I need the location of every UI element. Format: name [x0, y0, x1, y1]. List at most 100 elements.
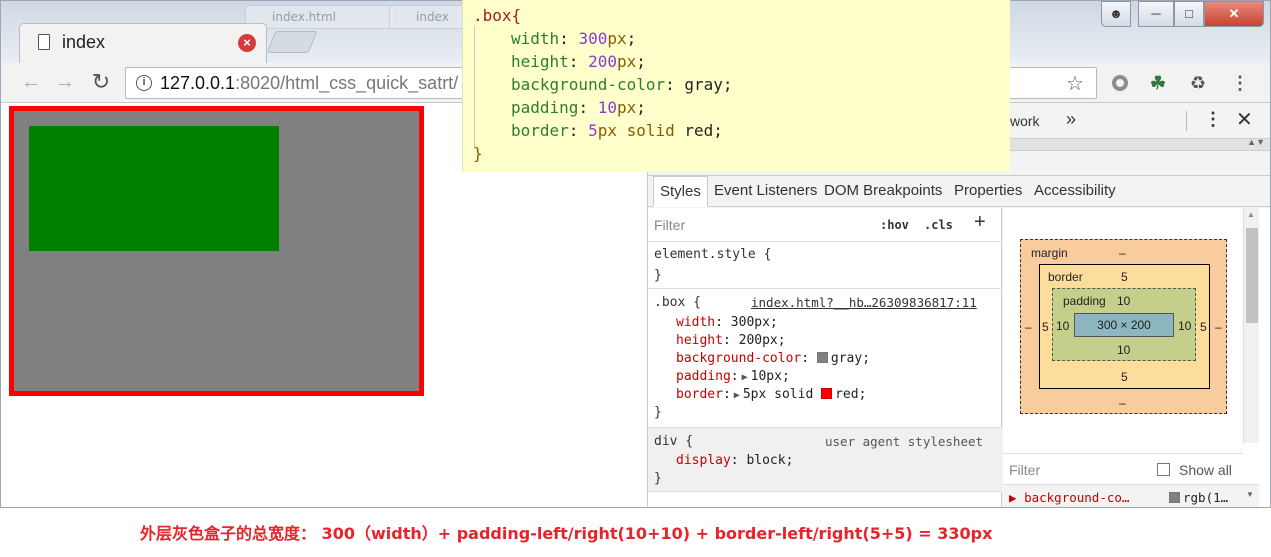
more-tabs-icon[interactable]: »: [1066, 109, 1076, 130]
code-tail: ;: [636, 52, 646, 71]
prop-name: border: [676, 387, 723, 402]
indent-guide: [474, 26, 475, 148]
expand-triangle-icon[interactable]: ▶: [734, 390, 740, 401]
tab-styles[interactable]: Styles: [653, 176, 708, 207]
code-tail: ;: [636, 98, 646, 117]
border-left-value[interactable]: 5: [1042, 320, 1049, 334]
cls-toggle[interactable]: .cls: [924, 218, 953, 232]
user-profile-icon[interactable]: ☻: [1101, 1, 1131, 27]
scroll-updown-icon[interactable]: ▲▼: [1247, 137, 1265, 147]
padding-bottom-value[interactable]: 10: [1117, 343, 1130, 357]
computed-property-name: ▶ background-co…: [1009, 490, 1130, 505]
back-arrow-icon[interactable]: ←: [19, 71, 43, 95]
scrollbar-thumb[interactable]: [1246, 228, 1258, 323]
red-color-swatch[interactable]: [821, 388, 833, 399]
maximize-button[interactable]: □: [1174, 1, 1204, 27]
box-rule: .box { index.html?__hb…26309836817:11 wi…: [648, 289, 1002, 428]
margin-top-value[interactable]: –: [1119, 246, 1126, 260]
new-rule-plus-icon[interactable]: +: [974, 211, 986, 234]
border-top-value[interactable]: 5: [1121, 270, 1128, 284]
border-right-value[interactable]: 5: [1200, 320, 1207, 334]
element-style-rule: element.style { }: [648, 242, 1002, 289]
extension-record-icon[interactable]: [1109, 71, 1131, 95]
box-model-scrollbar[interactable]: ▲: [1243, 208, 1259, 443]
code-colon: :: [578, 98, 598, 117]
url-path: :8020/html_css_quick_satrt/: [235, 73, 459, 93]
styles-filter-input[interactable]: Filter: [654, 217, 685, 233]
code-prop: height: [511, 52, 569, 71]
tab-title: index: [62, 32, 106, 52]
show-all-checkbox[interactable]: [1157, 463, 1170, 476]
code-tail: red;: [674, 121, 723, 140]
border-bottom-value[interactable]: 5: [1121, 370, 1128, 384]
div-rule-selector: div {: [654, 434, 694, 449]
computed-property-value: rgb(1…: [1169, 490, 1228, 505]
window-close-button[interactable]: ✕: [1204, 1, 1264, 27]
prop-width[interactable]: width: 300px;: [676, 315, 778, 330]
tab-network[interactable]: work: [1010, 113, 1040, 129]
extension-recycle-icon[interactable]: ♻: [1187, 71, 1209, 95]
computed-value-text: rgb(1…: [1183, 490, 1229, 505]
code-unit: px: [616, 52, 637, 71]
prop-background-color[interactable]: background-color: gray;: [676, 351, 870, 366]
document-icon: [38, 34, 50, 50]
expand-triangle-icon[interactable]: ▶: [742, 372, 748, 383]
prop-name: height: [676, 333, 723, 348]
code-line-height: height: 200px;: [511, 52, 646, 71]
explanation-caption: 外层灰色盒子的总宽度： 300（width）+ padding-left/rig…: [140, 524, 993, 543]
code-unit: px solid: [597, 121, 675, 140]
devtools-menu-icon[interactable]: ⋮: [1204, 109, 1222, 130]
margin-right-value[interactable]: –: [1215, 320, 1222, 334]
code-prop: border: [511, 121, 569, 140]
extension-leaf-icon[interactable]: ☘: [1147, 71, 1169, 95]
box-rule-source-link[interactable]: index.html?__hb…26309836817:11: [751, 295, 977, 310]
tab-event-listeners[interactable]: Event Listeners: [708, 176, 823, 207]
code-line-padding: padding: 10px;: [511, 98, 646, 117]
prop-height[interactable]: height: 200px;: [676, 333, 786, 348]
hov-toggle[interactable]: :hov: [880, 218, 909, 232]
prop-border[interactable]: border: ▶ 5px solid red;: [676, 387, 866, 402]
box-rule-selector: .box {: [654, 295, 701, 310]
reload-icon[interactable]: ↻: [89, 71, 113, 95]
border-color-word: red;: [835, 387, 867, 402]
element-style-close: }: [654, 268, 662, 283]
css-code-overlay: .box{ width: 300px; height: 200px; backg…: [462, 0, 1010, 172]
code-prop: background-color: [511, 75, 666, 94]
computed-filter-input[interactable]: Filter: [1009, 462, 1040, 478]
tab-close-icon[interactable]: ×: [238, 34, 256, 52]
border-box: border 5 5 5 5 padding 10 10 10 10 300 ×…: [1039, 264, 1210, 389]
scroll-up-icon[interactable]: ▲: [1247, 210, 1255, 219]
new-tab-button[interactable]: [266, 31, 318, 53]
forward-arrow-icon[interactable]: →: [53, 71, 77, 95]
content-box[interactable]: 300 × 200: [1074, 313, 1174, 337]
code-tail: gray;: [684, 75, 733, 94]
margin-bottom-value[interactable]: –: [1119, 396, 1126, 410]
toolbar-divider: [1186, 111, 1187, 131]
tab-index[interactable]: index ×: [19, 23, 267, 63]
ghost-tab-1-label: index.html: [272, 10, 336, 24]
margin-left-value[interactable]: –: [1025, 320, 1032, 334]
prop-value: block;: [746, 453, 794, 468]
user-agent-stylesheet-label: user agent stylesheet: [825, 434, 984, 449]
padding-left-value[interactable]: 10: [1056, 319, 1069, 333]
menu-kebab-icon[interactable]: ⋮: [1229, 71, 1251, 95]
padding-right-value[interactable]: 10: [1178, 319, 1191, 333]
info-icon[interactable]: i: [136, 75, 152, 91]
devtools-close-icon[interactable]: ✕: [1236, 107, 1253, 132]
code-tail: ;: [626, 29, 637, 48]
prop-name: background-color: [676, 351, 802, 366]
tab-dom-breakpoints[interactable]: DOM Breakpoints: [818, 176, 948, 207]
computed-property-row[interactable]: ▶ background-co… rgb(1… ▼: [1003, 484, 1259, 507]
prop-padding[interactable]: padding: ▶ 10px;: [676, 369, 790, 384]
prop-value: 5px solid: [742, 387, 814, 402]
ghost-tab-1: index.html: [245, 5, 395, 29]
padding-top-value[interactable]: 10: [1117, 294, 1130, 308]
box-rule-close: }: [654, 405, 662, 420]
bookmark-star-icon[interactable]: ☆: [1066, 71, 1084, 96]
minimize-button[interactable]: ─: [1138, 1, 1174, 27]
tab-properties[interactable]: Properties: [948, 176, 1028, 207]
prop-value: 200px;: [738, 333, 786, 348]
gray-color-swatch[interactable]: [816, 352, 828, 363]
scroll-down-icon[interactable]: ▼: [1246, 490, 1254, 499]
tab-accessibility[interactable]: Accessibility: [1028, 176, 1122, 207]
